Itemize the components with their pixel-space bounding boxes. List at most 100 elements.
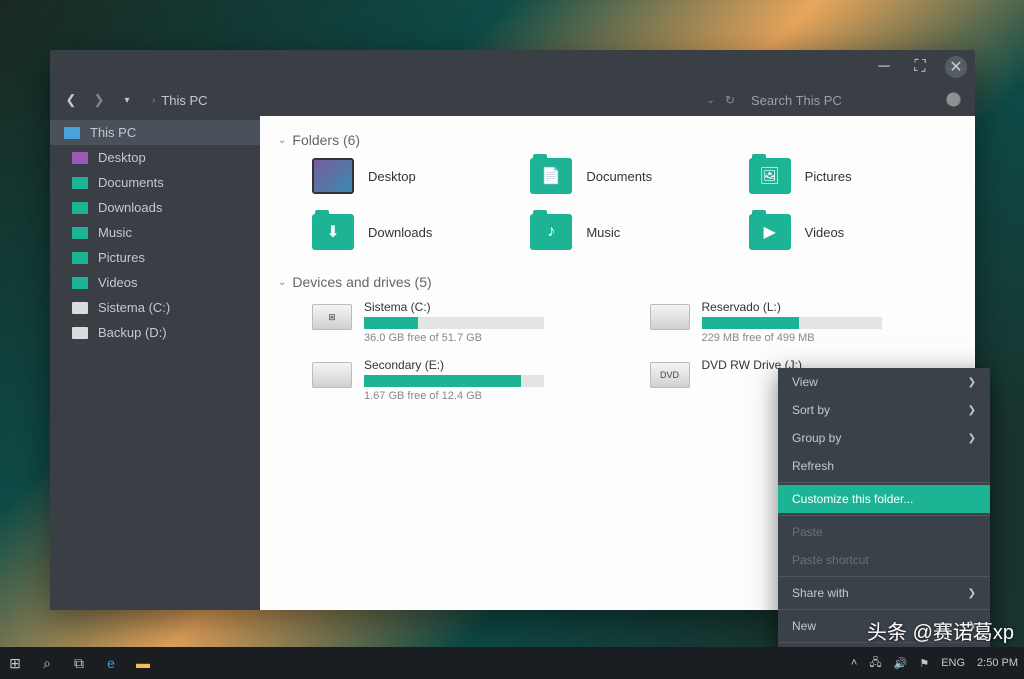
watermark: 头条 @赛诺葛xp [867,616,1014,645]
folder-icon [72,302,88,314]
breadcrumb-location: This PC [161,93,207,108]
start-button[interactable]: ⊞ [6,655,24,672]
drive-icon [312,362,352,388]
drives-section-header[interactable]: ⌄ Devices and drives (5) [278,274,957,290]
tray-clock[interactable]: 2:50 PM [977,657,1018,669]
sidebar-item-downloads[interactable]: Downloads [50,195,260,220]
drive-usage-bar [364,375,544,387]
drive-name: Secondary (E:) [364,358,620,372]
context-menu-item-paste-shortcut: Paste shortcut [778,546,990,574]
refresh-icon[interactable]: ↻ [725,93,735,107]
chevron-right-icon: ❯ [968,433,976,444]
drive-icon: ⊞ [312,304,352,330]
folder-icon [72,177,88,189]
drive-free-text: 229 MB free of 499 MB [702,332,958,344]
sidebar-item-desktop[interactable]: Desktop [50,145,260,170]
maximize-button[interactable]: ⛶ [909,56,931,78]
context-menu-item-customize-this-folder-[interactable]: Customize this folder... [778,485,990,513]
folder-desktop[interactable]: Desktop [312,158,520,194]
videos-icon: ▶ [749,214,791,250]
breadcrumb[interactable]: › This PC [146,93,697,108]
folder-label: Documents [586,169,652,184]
context-menu-item-paste: Paste [778,518,990,546]
sidebar-item-music[interactable]: Music [50,220,260,245]
search-icon[interactable]: ⚪ [945,92,963,108]
context-menu-separator [778,576,990,577]
context-menu-item-group-by[interactable]: Group by ❯ [778,424,990,452]
close-button[interactable]: ✕ [945,56,967,78]
folder-label: Pictures [805,169,852,184]
search-icon[interactable]: ⌕ [38,655,56,672]
sidebar-item-label: This PC [90,125,136,140]
taskbar: ⊞ ⌕ ⧉ e ▬ ˄ 🖧 🔊 ⚑ ENG 2:50 PM [0,647,1024,679]
context-menu-item-share-with[interactable]: Share with❯ [778,579,990,607]
search-input[interactable]: Search This PC [745,89,935,112]
tray-language[interactable]: ENG [941,657,965,669]
folder-icon [72,252,88,264]
tray-volume-icon[interactable]: 🔊 [894,657,908,670]
folder-pictures[interactable]: 🖼 Pictures [749,158,957,194]
drive-usage-bar [702,317,882,329]
context-menu-separator [778,515,990,516]
sidebar-item-documents[interactable]: Documents [50,170,260,195]
sidebar-item-sistema-c-[interactable]: Sistema (C:) [50,295,260,320]
folder-documents[interactable]: 📄Documents [530,158,738,194]
folder-videos[interactable]: ▶ Videos [749,214,957,250]
edge-icon[interactable]: e [102,655,120,671]
drive-item[interactable]: Secondary (E:) 1.67 GB free of 12.4 GB [312,358,620,402]
sidebar-item-label: Sistema (C:) [98,300,170,315]
tray-flag-icon[interactable]: ⚑ [919,657,929,670]
chevron-right-icon: › [152,95,155,106]
folder-downloads[interactable]: ⬇Downloads [312,214,520,250]
folder-icon [72,227,88,239]
context-menu-item-view[interactable]: View❯ [778,368,990,396]
context-menu-separator [778,609,990,610]
minimize-button[interactable]: ─ [873,56,895,78]
tray-network-icon[interactable]: 🖧 [869,654,881,673]
folder-label: Videos [805,225,845,240]
sidebar-item-label: Videos [98,275,138,290]
sidebar-item-pictures[interactable]: Pictures [50,245,260,270]
drive-item[interactable]: Reservado (L:) 229 MB free of 499 MB [650,300,958,344]
downloads-icon: ⬇ [312,214,354,250]
desktop-icon [312,158,354,194]
context-menu-label: Sort by [792,403,830,417]
folders-section-header[interactable]: ⌄ Folders (6) [278,132,957,148]
up-button[interactable]: ▾ [118,95,136,106]
context-menu-label: Customize this folder... [792,492,913,506]
drive-item[interactable]: ⊞ Sistema (C:) 36.0 GB free of 51.7 GB [312,300,620,344]
dropdown-icon[interactable]: ⌄ [707,95,715,106]
context-menu-label: Paste [792,525,823,539]
sidebar-item-label: Documents [98,175,164,190]
sidebar-item-label: Music [98,225,132,240]
context-menu-label: Refresh [792,459,834,473]
chevron-down-icon: ⌄ [278,277,286,288]
pictures-icon: 🖼 [749,158,791,194]
context-menu-label: Group by [792,431,841,445]
drive-icon [650,304,690,330]
explorer-icon[interactable]: ▬ [134,655,152,671]
drive-usage-bar [364,317,544,329]
sidebar-item-videos[interactable]: Videos [50,270,260,295]
drives-section-title: Devices and drives (5) [292,274,431,290]
drive-free-text: 1.67 GB free of 12.4 GB [364,390,620,402]
sidebar-item-label: Desktop [98,150,146,165]
folder-music[interactable]: ♪Music [530,214,738,250]
forward-button[interactable]: ❯ [90,92,108,108]
sidebar-item-this-pc[interactable]: This PC [50,120,260,145]
context-menu-separator [778,482,990,483]
task-view-icon[interactable]: ⧉ [70,655,88,672]
drive-free-text: 36.0 GB free of 51.7 GB [364,332,620,344]
folder-label: Music [586,225,620,240]
sidebar-item-backup-d-[interactable]: Backup (D:) [50,320,260,345]
folder-icon [72,277,88,289]
drive-name: Reservado (L:) [702,300,958,314]
context-menu-item-refresh[interactable]: Refresh [778,452,990,480]
back-button[interactable]: ❮ [62,92,80,108]
context-menu-item-sort-by[interactable]: Sort by❯ [778,396,990,424]
chevron-down-icon: ⌄ [278,135,286,146]
drive-name: Sistema (C:) [364,300,620,314]
folder-icon [72,202,88,214]
tray-up-icon[interactable]: ˄ [851,657,857,669]
folders-section-title: Folders (6) [292,132,360,148]
